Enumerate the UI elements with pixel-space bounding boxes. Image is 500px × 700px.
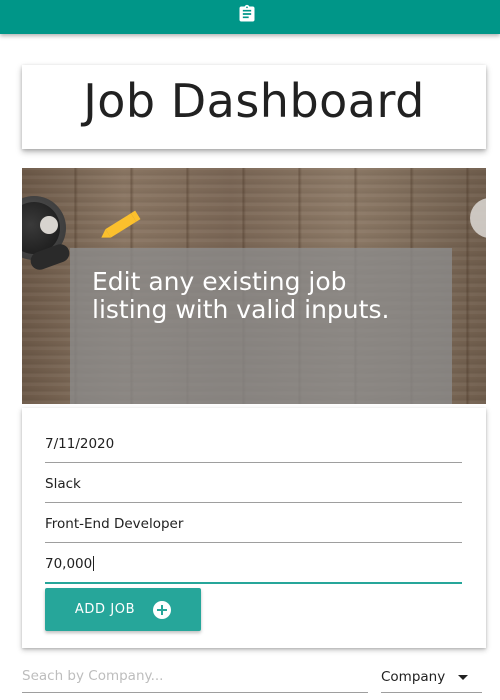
position-field[interactable]: Front-End Developer	[45, 502, 462, 543]
title-card: Job Dashboard	[22, 65, 486, 149]
date-field[interactable]: 7/11/2020	[45, 422, 462, 463]
position-value: Front-End Developer	[45, 516, 184, 532]
company-field[interactable]: Slack	[45, 462, 462, 503]
hero-banner: Edit any existing job listing with valid…	[22, 168, 486, 404]
search-input[interactable]	[22, 662, 368, 690]
company-search[interactable]	[22, 662, 368, 693]
salary-field[interactable]: 70,000	[45, 542, 462, 584]
salary-value: 70,000	[45, 556, 93, 572]
app-header	[0, 0, 500, 34]
sort-selected-value: Company	[381, 669, 446, 685]
decorative-object	[470, 198, 486, 238]
clipboard-icon	[239, 4, 255, 22]
add-job-label: ADD JOB	[74, 602, 136, 617]
sort-select[interactable]: Company	[381, 662, 482, 693]
chevron-down-icon	[458, 675, 468, 680]
date-value: 7/11/2020	[45, 436, 115, 452]
job-form: 7/11/2020 Slack Front-End Developer 70,0…	[22, 408, 486, 648]
add-circle-icon	[153, 600, 172, 619]
page-title: Job Dashboard	[83, 74, 425, 128]
hero-message: Edit any existing job listing with valid…	[92, 267, 390, 324]
pencil-icon	[101, 210, 141, 238]
text-cursor	[93, 556, 95, 571]
add-job-button[interactable]: ADD JOB	[45, 588, 201, 631]
company-value: Slack	[45, 476, 81, 492]
